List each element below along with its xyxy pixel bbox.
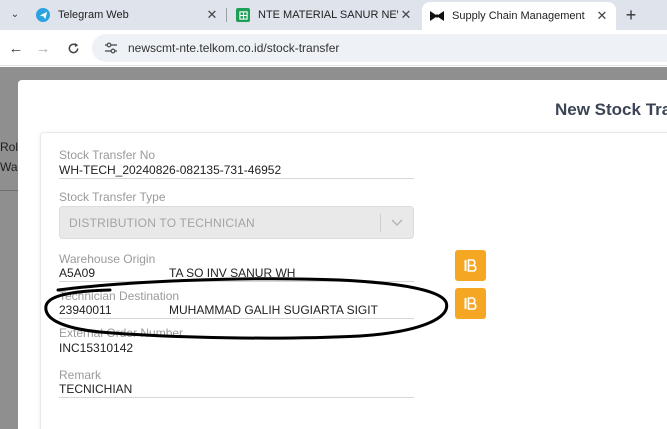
hand-drawn-circle-annotation: [44, 277, 449, 340]
